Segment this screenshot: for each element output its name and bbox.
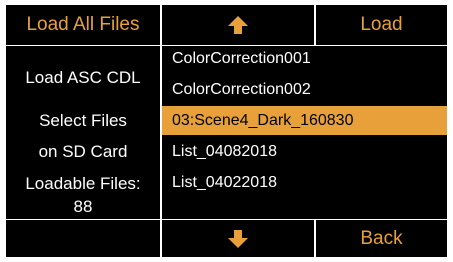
scroll-up-button[interactable] — [162, 5, 314, 45]
list-item[interactable]: ColorCorrection001 — [162, 44, 447, 73]
arrow-up-icon — [228, 16, 248, 34]
list-item[interactable]: ColorCorrection002 — [162, 75, 447, 104]
loadable-files-count: 88 — [73, 197, 93, 216]
empty-softkey — [6, 220, 160, 257]
info-panel: Load ASC CDL Select Files on SD Card Loa… — [6, 46, 160, 219]
panel-title: Load ASC CDL — [25, 68, 141, 87]
list-item[interactable]: List_04082018 — [162, 137, 447, 166]
back-button[interactable]: Back — [316, 220, 447, 257]
file-list: ColorCorrection001 ColorCorrection002 03… — [162, 46, 447, 219]
load-button[interactable]: Load — [316, 5, 447, 45]
asc-cdl-load-screen: Load All Files Load Load ASC CDL Select … — [0, 0, 453, 262]
scroll-down-button[interactable] — [162, 220, 314, 257]
load-all-files-label: Load All Files — [26, 14, 140, 35]
back-label: Back — [360, 227, 403, 249]
instruction-line-2: on SD Card — [38, 142, 128, 161]
arrow-down-icon — [228, 229, 248, 248]
list-item[interactable]: List_04022018 — [162, 168, 447, 197]
list-item-selected[interactable]: 03:Scene4_Dark_160830 — [162, 106, 447, 135]
instruction-line-1: Select Files — [39, 111, 127, 130]
load-label: Load — [360, 14, 403, 35]
load-all-files-button[interactable]: Load All Files — [6, 5, 160, 45]
loadable-files-label: Loadable Files: — [25, 174, 141, 193]
